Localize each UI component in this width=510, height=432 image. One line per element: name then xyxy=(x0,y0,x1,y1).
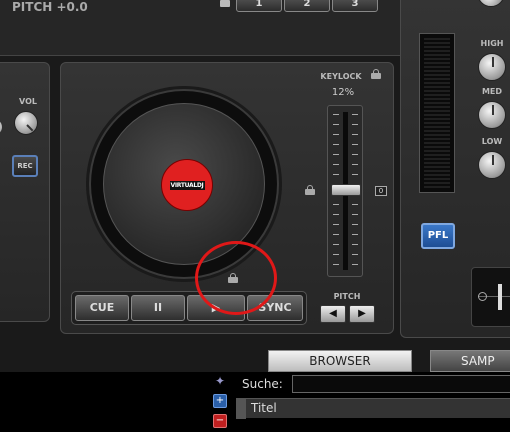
search-label: Suche: xyxy=(242,377,283,391)
search-input[interactable] xyxy=(292,375,510,393)
vol-label: VOL xyxy=(19,97,37,106)
hotcue-2-button[interactable]: 2 xyxy=(284,0,330,12)
top-strip: PITCH +0.0 1 2 3 xyxy=(0,0,400,56)
right-arrow-icon: ▶ xyxy=(358,308,366,319)
hotcue-1-label: 1 xyxy=(255,0,263,9)
tab-sampler-label: SAMP xyxy=(461,354,495,368)
cue-label: CUE xyxy=(89,301,115,314)
high-knob[interactable] xyxy=(478,53,506,81)
pfl-button[interactable]: PFL xyxy=(421,223,455,249)
platter-logo: VIRTUALDJ xyxy=(169,180,205,190)
annotation-circle xyxy=(195,241,277,315)
tab-sampler[interactable]: SAMP xyxy=(430,350,510,372)
pitch-slider-track xyxy=(327,105,363,277)
med-knob[interactable] xyxy=(478,101,506,129)
keylock-label: KEYLOCK xyxy=(320,72,362,81)
pitch-range[interactable]: 12% xyxy=(323,87,363,98)
pitch-label: PITCH xyxy=(333,292,361,301)
column-header-title[interactable]: Titel xyxy=(236,398,510,419)
pause-button[interactable]: II xyxy=(131,295,185,321)
cue-button[interactable]: CUE xyxy=(75,295,129,321)
column-title-label: Titel xyxy=(251,401,277,415)
crossfader-area xyxy=(471,267,510,327)
low-knob[interactable] xyxy=(478,151,506,179)
vol-knob[interactable] xyxy=(14,111,38,135)
left-deck-panel: VOL REC xyxy=(0,62,50,322)
star-add-icon[interactable]: ✦ xyxy=(213,374,227,388)
pitch-readout: PITCH +0.0 xyxy=(12,0,88,14)
hotcue-2-label: 2 xyxy=(303,0,311,9)
med-label: MED xyxy=(481,87,503,96)
platter-label: VIRTUALDJ xyxy=(161,159,213,211)
hotcue-lock-icon[interactable] xyxy=(220,0,230,7)
left-edge-knob[interactable] xyxy=(0,119,2,135)
pause-icon: II xyxy=(153,301,163,314)
vu-meter xyxy=(419,33,455,193)
pfl-label: PFL xyxy=(427,230,449,241)
top-knob[interactable] xyxy=(477,0,505,7)
hotcue-3-label: 3 xyxy=(351,0,359,9)
left-arrow-icon: ◀ xyxy=(329,308,337,319)
pitch-zero-marker: 0 xyxy=(375,186,387,196)
pitch-bend-right-button[interactable]: ▶ xyxy=(349,305,375,323)
red-folder-remove-icon[interactable]: − xyxy=(213,414,227,428)
tab-browser-label: BROWSER xyxy=(309,354,371,368)
mixer-panel: HIGH MED LOW PFL xyxy=(400,0,510,338)
pitch-slider-handle[interactable] xyxy=(331,184,361,196)
pitch-lock-icon[interactable] xyxy=(305,185,315,196)
rec-label: REC xyxy=(17,162,33,170)
rec-button[interactable]: REC xyxy=(12,155,38,177)
hotcue-1-button[interactable]: 1 xyxy=(236,0,282,12)
hotcue-3-button[interactable]: 3 xyxy=(332,0,378,12)
crossfader-handle[interactable] xyxy=(498,284,502,310)
low-label: LOW xyxy=(481,137,503,146)
tab-browser[interactable]: BROWSER xyxy=(268,350,412,372)
browser-left-pane xyxy=(0,372,234,432)
pitch-bend-left-button[interactable]: ◀ xyxy=(320,305,346,323)
blue-folder-add-icon[interactable]: + xyxy=(213,394,227,408)
high-label: HIGH xyxy=(480,39,504,48)
keylock-lock-icon[interactable] xyxy=(371,69,381,80)
